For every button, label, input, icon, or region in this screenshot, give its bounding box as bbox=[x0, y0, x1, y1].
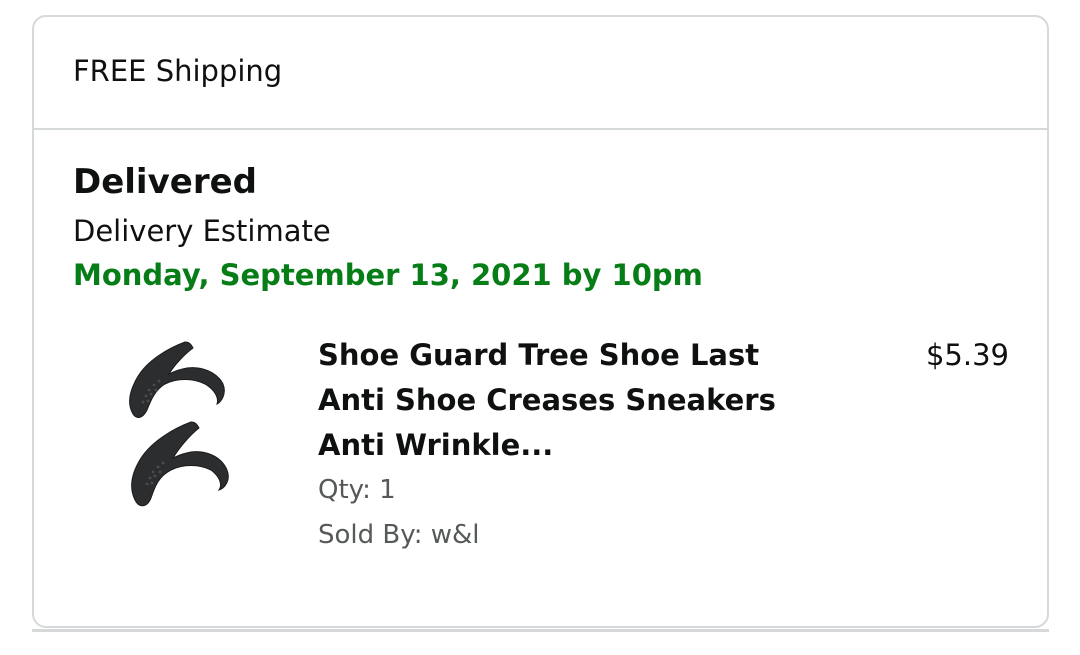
delivery-section: Delivered Delivery Estimate Monday, Sept… bbox=[34, 130, 1047, 626]
item-title-line-2[interactable]: Anti Shoe Creases Sneakers bbox=[318, 378, 788, 423]
shoe-guard-product-image[interactable] bbox=[119, 338, 231, 516]
item-details: Shoe Guard Tree Shoe Last Anti Shoe Crea… bbox=[318, 333, 788, 558]
shipping-label: FREE Shipping bbox=[73, 54, 283, 88]
delivery-estimate-label: Delivery Estimate bbox=[73, 214, 331, 248]
delivery-estimate-date: Monday, September 13, 2021 by 10pm bbox=[73, 258, 703, 292]
item-title-line-3[interactable]: Anti Wrinkle... bbox=[318, 423, 788, 468]
shipment-card: FREE Shipping Delivered Delivery Estimat… bbox=[32, 15, 1049, 628]
bottom-divider bbox=[32, 629, 1049, 632]
item-quantity: Qty: 1 bbox=[318, 475, 396, 505]
shipping-section: FREE Shipping bbox=[34, 17, 1047, 130]
item-title-line-1[interactable]: Shoe Guard Tree Shoe Last bbox=[318, 333, 788, 378]
order-item[interactable]: Shoe Guard Tree Shoe Last Anti Shoe Crea… bbox=[34, 338, 1047, 568]
item-seller: Sold By: w&l bbox=[318, 520, 480, 550]
delivery-status: Delivered bbox=[73, 162, 257, 202]
item-price: $5.39 bbox=[925, 338, 1009, 372]
